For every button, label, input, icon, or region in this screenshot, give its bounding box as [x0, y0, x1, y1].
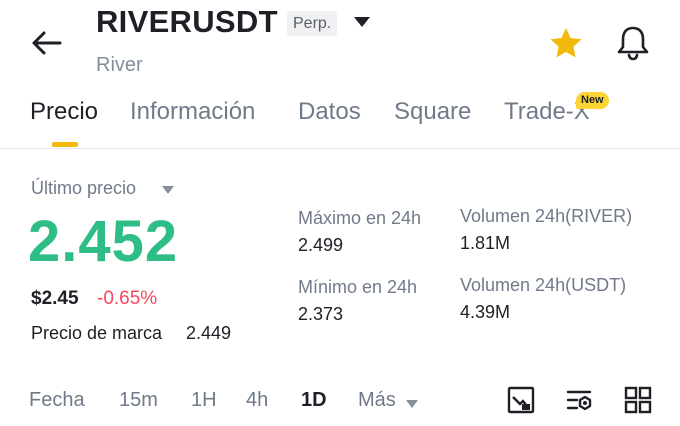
symbol-title[interactable]: RIVERUSDT	[96, 4, 278, 40]
symbol-subtitle: River	[96, 54, 143, 76]
tab-datos[interactable]: Datos	[298, 98, 361, 126]
caret-down-icon	[406, 400, 418, 408]
caret-down-icon	[162, 186, 174, 194]
chart-settings-icon	[566, 390, 592, 411]
caret-down-icon	[354, 17, 370, 27]
tab-precio[interactable]: Precio	[30, 98, 98, 126]
timeframe-15m[interactable]: 15m	[119, 389, 158, 412]
timeframe-mas[interactable]: Más	[358, 389, 396, 412]
last-price-dropdown[interactable]	[161, 182, 175, 194]
favorite-button[interactable]	[548, 26, 584, 60]
timeframe-1d[interactable]: 1D	[301, 389, 327, 412]
chart-indicator-button[interactable]	[506, 385, 536, 415]
arrow-left-icon	[32, 31, 62, 55]
active-tab-indicator	[52, 142, 78, 147]
last-price-label[interactable]: Último precio	[31, 178, 136, 199]
price-change: -0.65%	[97, 288, 158, 309]
volume-quote-label: Volumen 24h(USDT)	[460, 275, 627, 295]
back-button[interactable]	[28, 26, 64, 60]
timeframe-4h[interactable]: 4h	[246, 389, 268, 412]
usd-value: $2.45	[31, 288, 79, 309]
contract-type-badge: Perp.	[287, 11, 338, 36]
bell-icon	[617, 26, 649, 61]
chart-settings-button[interactable]	[565, 385, 595, 415]
tab-informacion[interactable]: Información	[130, 98, 255, 126]
low-24h-label: Mínimo en 24h	[298, 277, 418, 297]
volume-quote-value: 4.39M	[460, 302, 511, 322]
mark-price-value: 2.449	[186, 323, 232, 343]
star-icon	[550, 28, 582, 58]
notification-button[interactable]	[614, 24, 652, 62]
mark-price-label: Precio de marca	[31, 323, 163, 343]
volume-base-value: 1.81M	[460, 233, 511, 253]
timeframe-1h[interactable]: 1H	[191, 389, 217, 412]
layout-grid-icon	[624, 386, 652, 414]
chart-indicator-icon	[507, 386, 535, 414]
high-24h-value: 2.499	[298, 235, 344, 255]
tabs-divider	[0, 148, 680, 149]
high-24h-label: Máximo en 24h	[298, 208, 422, 228]
low-24h-value: 2.373	[298, 304, 344, 324]
symbol-dropdown[interactable]	[352, 14, 372, 30]
more-timeframes-dropdown[interactable]	[405, 396, 419, 408]
layout-grid-button[interactable]	[623, 385, 653, 415]
volume-base-label: Volumen 24h(RIVER)	[460, 206, 633, 226]
new-badge: New	[576, 92, 609, 109]
tab-square[interactable]: Square	[394, 98, 471, 126]
timeframe-fecha[interactable]: Fecha	[29, 389, 85, 412]
last-price: 2.452	[28, 209, 179, 274]
